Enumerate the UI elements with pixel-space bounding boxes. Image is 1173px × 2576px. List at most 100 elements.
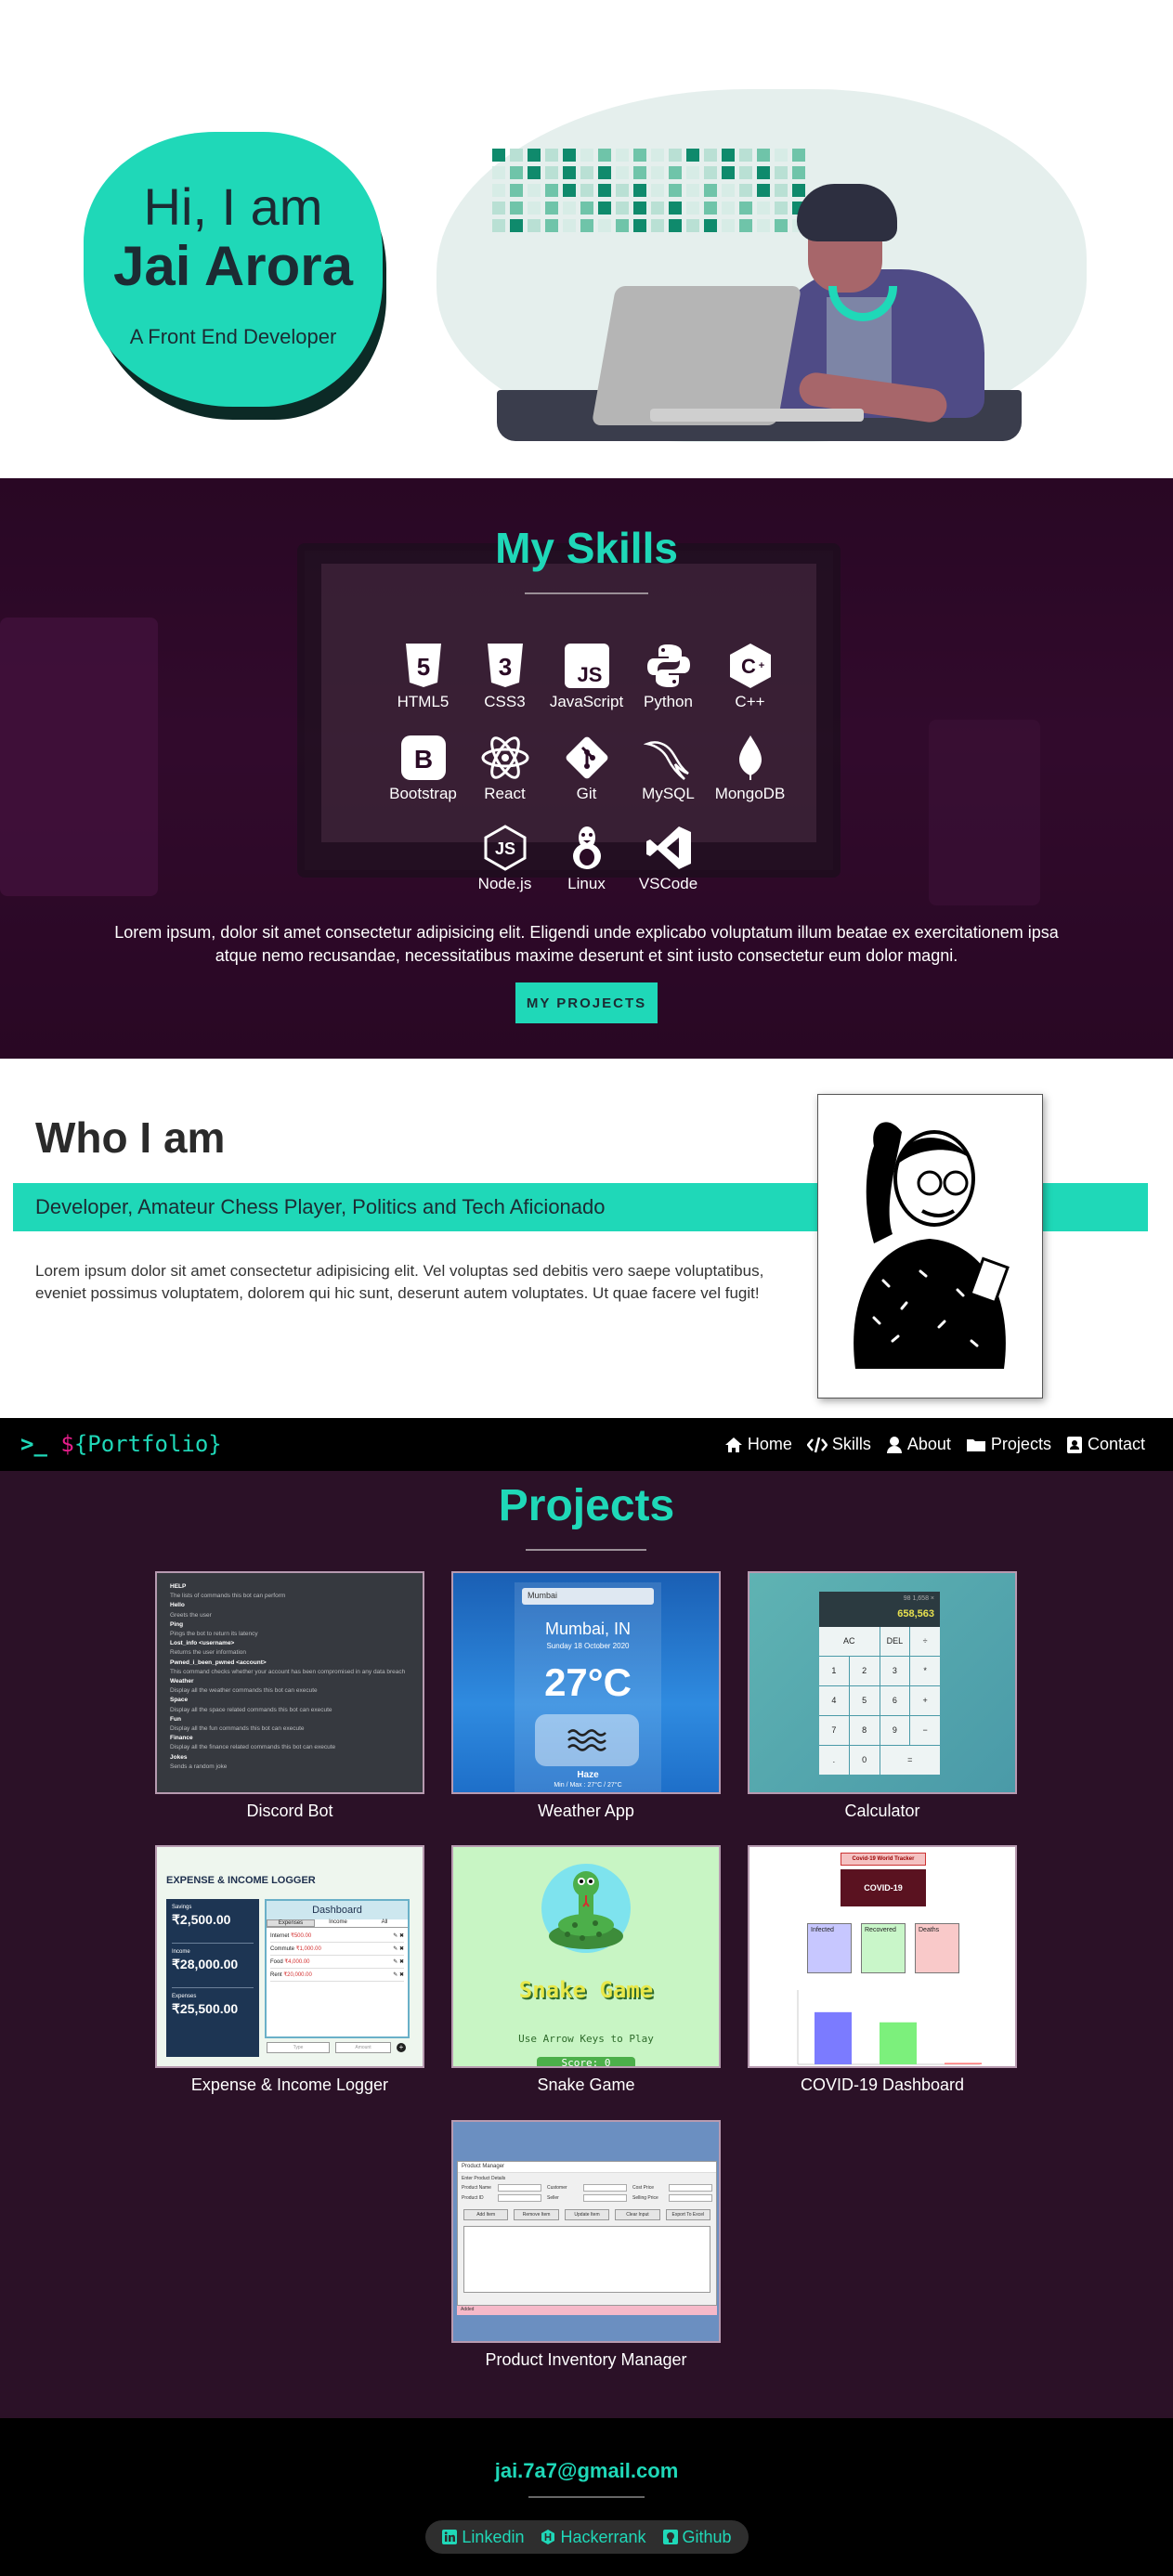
project-thumbnail[interactable]: Product Manager Enter Product Details Pr…: [451, 2120, 721, 2343]
project-title: Discord Bot: [246, 1802, 333, 1820]
grid-tile: [528, 202, 541, 215]
expense-amount: ₹4,000.00: [284, 1959, 310, 1965]
grid-tile: [722, 202, 735, 215]
section-label: Enter Product Details: [462, 2176, 506, 2181]
snake-icon: [541, 1864, 631, 1953]
grid-tile: [739, 202, 752, 215]
project-thumbnail[interactable]: Mumbai Mumbai, IN Sunday 18 October 2020…: [451, 1571, 721, 1794]
project-card-inventory-manager[interactable]: Product Manager Enter Product Details Pr…: [451, 2120, 721, 2370]
grid-tile: [669, 149, 682, 162]
grid-tile: [563, 149, 576, 162]
grid-tile: [775, 149, 788, 162]
grid-tile: [616, 219, 629, 232]
project-title: Calculator: [844, 1802, 920, 1820]
brand-logo[interactable]: >_ ${Portfolio}: [20, 1431, 222, 1457]
skill-html5: 5 HTML5: [387, 641, 460, 711]
project-card-covid-dashboard[interactable]: Covid-19 World Tracker COVID-19 Infected…: [748, 1845, 1017, 2095]
nav-link-projects[interactable]: Projects: [966, 1435, 1051, 1454]
grid-tile: [775, 219, 788, 232]
grid-tile: [633, 202, 646, 215]
expense-amount: ₹500.00: [291, 1933, 312, 1939]
about-tagline: Developer, Amateur Chess Player, Politic…: [35, 1195, 606, 1218]
projects-title-underline: [526, 1549, 646, 1551]
skill-vscode: VSCode: [632, 823, 705, 893]
svg-text:C: C: [741, 655, 756, 678]
project-thumbnail[interactable]: 98 1,658 × 658,563 AC DEL ÷ 1 2 3 * 4 5 6 +7 8 9−. 0 =: [748, 1571, 1017, 1794]
calc-expression: 98 1,658 ×: [903, 1595, 934, 1602]
social-links: Linkedin Hackerrank Github: [425, 2520, 749, 2554]
project-card-discord-bot[interactable]: HELP The lists of commands this bot can p…: [155, 1571, 424, 1821]
project-thumbnail[interactable]: Snake Game Use Arrow Keys to Play Score:…: [451, 1845, 721, 2068]
expense-row: Commute ₹1,000.00 ✎ ✖: [270, 1943, 404, 1956]
project-card-expense-logger[interactable]: EXPENSE & INCOME LOGGER Savings ₹2,500.0…: [155, 1845, 424, 2095]
skill-javascript: JS JavaScript: [550, 641, 623, 711]
skill-nodejs: JS Node.js: [469, 823, 541, 893]
about-description: Lorem ipsum dolor sit amet consectetur a…: [35, 1262, 764, 1302]
svg-text:JS: JS: [577, 663, 602, 686]
grid-tile: [598, 149, 611, 162]
expense-row: Food ₹4,000.00 ✎ ✖: [270, 1956, 404, 1969]
project-card-snake-game[interactable]: Snake Game Use Arrow Keys to Play Score:…: [451, 1845, 721, 2095]
grid-tile: [704, 202, 717, 215]
project-card-calculator[interactable]: 98 1,658 × 658,563 AC DEL ÷ 1 2 3 * 4 5 6 +7 8 9−. 0 =…: [748, 1571, 1017, 1821]
skill-css3: 3 CSS3: [469, 641, 541, 711]
skills-title: My Skills: [495, 524, 678, 572]
calc-display: 658,563: [897, 1608, 934, 1620]
covid-bar-chart: [797, 1990, 982, 2065]
project-card-weather-app[interactable]: Mumbai Mumbai, IN Sunday 18 October 2020…: [451, 1571, 721, 1821]
expenses-value: ₹25,500.00: [172, 2001, 239, 2016]
footer: jai.7a7@gmail.com Linkedin Hackerrank Gi…: [0, 2418, 1173, 2576]
discord-line: Pings the bot to return its latency: [170, 1631, 258, 1638]
terminal-prompt: >_: [20, 1431, 47, 1457]
calc-key: .: [819, 1746, 849, 1775]
grid-tile: [704, 149, 717, 162]
grid-tile: [633, 219, 646, 232]
expense-title: EXPENSE & INCOME LOGGER: [166, 1875, 316, 1886]
grid-tile: [545, 166, 558, 179]
avatar: [817, 1094, 1043, 1399]
snake-hint: Use Arrow Keys to Play: [518, 2033, 654, 2045]
project-title: Weather App: [538, 1802, 634, 1820]
expense-name: Food: [270, 1959, 285, 1965]
project-thumbnail[interactable]: HELP The lists of commands this bot can p…: [155, 1571, 424, 1794]
expense-entry: Rent ₹20,000.00: [270, 1971, 312, 1978]
footer-divider: [528, 2496, 645, 2498]
discord-line: Pwned_i_been_pwned <account>: [170, 1659, 267, 1666]
discord-line: Fun: [170, 1715, 181, 1723]
linkedin-label: Linkedin: [462, 2527, 525, 2546]
nav-link-contact[interactable]: Contact: [1066, 1435, 1145, 1454]
grid-tile: [775, 184, 788, 197]
react-icon: [480, 733, 530, 783]
grid-tile: [757, 149, 770, 162]
project-thumbnail[interactable]: EXPENSE & INCOME LOGGER Savings ₹2,500.0…: [155, 1845, 424, 2068]
grid-tile: [739, 219, 752, 232]
svg-text:3: 3: [498, 653, 511, 681]
expense-row: Internet ₹500.00 ✎ ✖: [270, 1930, 404, 1943]
inventory-field: Cost Price: [632, 2184, 712, 2192]
my-projects-button[interactable]: MY PROJECTS: [515, 982, 658, 1023]
inventory-field: Seller: [547, 2194, 627, 2202]
expense-entry: Food ₹4,000.00: [270, 1958, 310, 1965]
savings-label: Savings: [172, 1905, 192, 1910]
nav-link-home[interactable]: Home: [724, 1435, 792, 1454]
project-thumbnail[interactable]: Covid-19 World Tracker COVID-19 Infected…: [748, 1845, 1017, 2068]
hero-name: Jai Arora: [113, 235, 353, 297]
calc-key: =: [880, 1746, 940, 1775]
linkedin-link[interactable]: Linkedin: [442, 2528, 524, 2547]
haze-icon: [535, 1714, 639, 1766]
discord-line: Sends a random joke: [170, 1763, 228, 1770]
inventory-button: Add Item: [463, 2209, 509, 2220]
calc-key: 4: [819, 1686, 849, 1715]
hackerrank-link[interactable]: Hackerrank: [541, 2528, 646, 2547]
grid-tile: [598, 184, 611, 197]
nav-link-about[interactable]: About: [886, 1435, 951, 1454]
calc-key: 7: [819, 1716, 849, 1745]
github-link[interactable]: Github: [662, 2528, 732, 2547]
grid-tile: [669, 219, 682, 232]
grid-tile: [598, 166, 611, 179]
contact-email[interactable]: jai.7a7@gmail.com: [0, 2459, 1173, 2483]
calc-key: 6: [880, 1686, 910, 1715]
nav-link-skills[interactable]: Skills: [806, 1435, 871, 1454]
grid-tile: [528, 219, 541, 232]
svg-text:B: B: [413, 745, 432, 774]
